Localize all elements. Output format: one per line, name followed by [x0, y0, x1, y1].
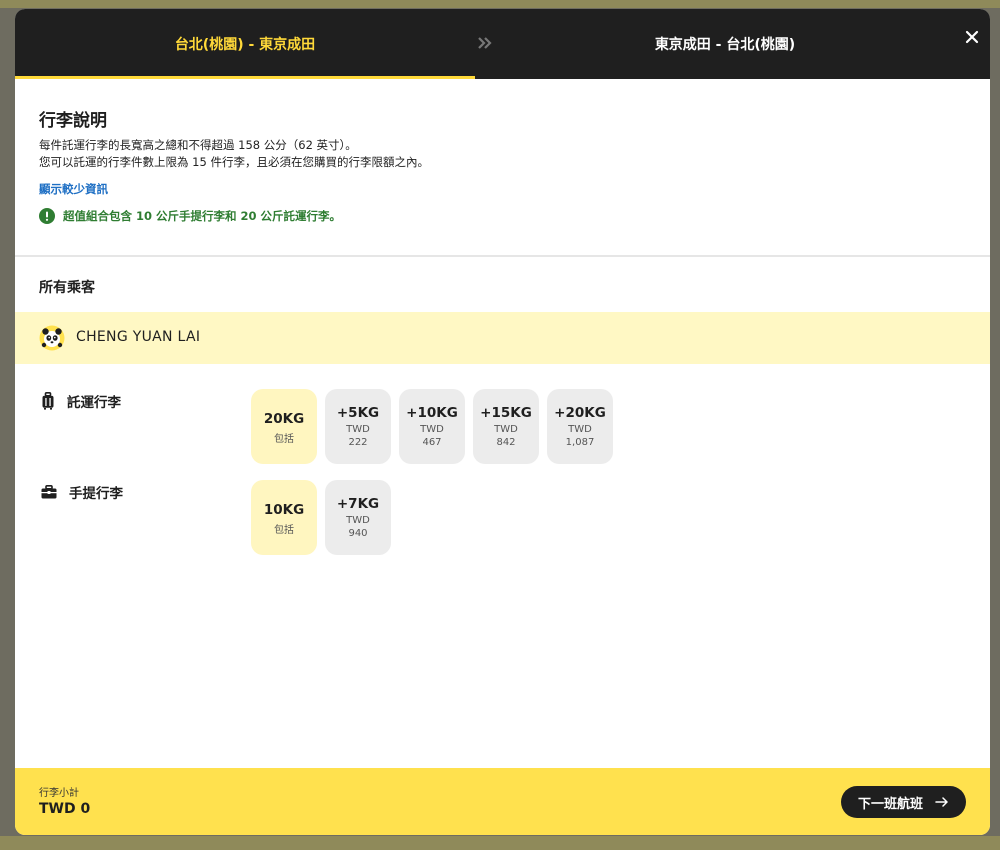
option-price: 467 — [422, 437, 442, 448]
checked-option-plus20kg[interactable]: +20KG TWD 1,087 — [547, 389, 613, 464]
checked-option-plus10kg[interactable]: +10KG TWD 467 — [399, 389, 465, 464]
checked-baggage-label: 託運行李 — [41, 391, 121, 411]
option-weight: 20KG — [263, 410, 305, 427]
next-flight-button[interactable]: 下一班航班 — [841, 786, 966, 818]
checked-baggage-text: 託運行李 — [67, 395, 121, 411]
arrow-right-icon — [935, 797, 948, 807]
tab-return-label: 東京成田 - 台北(桃園) — [654, 37, 796, 53]
option-included: 包括 — [274, 524, 294, 536]
option-weight: +20KG — [554, 405, 606, 421]
footer-bar: 行李小計 TWD 0 下一班航班 — [15, 768, 990, 835]
checked-option-plus15kg[interactable]: +15KG TWD 842 — [473, 389, 539, 464]
exclamation-circle-icon — [39, 208, 55, 224]
option-currency: TWD — [420, 424, 444, 435]
cabin-option-plus7kg[interactable]: +7KG TWD 940 — [325, 480, 391, 555]
flight-tabbar: 台北(桃園) - 東京成田 東京成田 - 台北(桃園) — [15, 9, 990, 79]
baggage-info-section: 行李說明 每件託運行李的長寬高之總和不得超過 158 公分（62 英寸）。 您可… — [15, 79, 990, 257]
baggage-info-title: 行李說明 — [39, 111, 107, 131]
option-currency: TWD — [494, 424, 518, 435]
option-weight: +15KG — [480, 405, 532, 421]
subtotal-label: 行李小計 — [39, 788, 79, 799]
checked-option-20kg[interactable]: 20KG 包括 — [251, 389, 317, 464]
option-weight: +5KG — [336, 405, 380, 421]
cabin-baggage-label: 手提行李 — [41, 482, 123, 502]
option-currency: TWD — [346, 515, 370, 526]
subtotal-value: TWD 0 — [39, 801, 91, 817]
show-less-link[interactable]: 顯示較少資訊 — [39, 181, 108, 197]
option-price: 940 — [348, 528, 368, 539]
backdrop-strip-top — [0, 0, 1000, 8]
option-price: 222 — [348, 437, 368, 448]
option-weight: 10KG — [263, 501, 305, 518]
option-currency: TWD — [568, 424, 592, 435]
baggage-rule-count: 您可以託運的行李件數上限為 15 件行李，且必須在您購買的行李限額之內。 — [39, 155, 429, 169]
tab-return-flight[interactable]: 東京成田 - 台北(桃園) — [515, 9, 935, 79]
backdrop-strip-bottom — [0, 836, 1000, 850]
close-icon — [965, 30, 979, 44]
option-weight: +7KG — [336, 496, 380, 512]
option-currency: TWD — [346, 424, 370, 435]
passenger-row: CHENG YUAN LAI — [15, 312, 990, 364]
baggage-rule-size: 每件託運行李的長寬高之總和不得超過 158 公分（62 英寸）。 — [39, 138, 357, 152]
option-included: 包括 — [274, 433, 294, 445]
checked-baggage-options: 20KG 包括 +5KG TWD 222 +10KG TWD 467 +15KG… — [251, 389, 613, 464]
option-price: 1,087 — [565, 437, 595, 448]
passenger-name: CHENG YUAN LAI — [76, 329, 201, 345]
checked-option-plus5kg[interactable]: +5KG TWD 222 — [325, 389, 391, 464]
tab-outbound-label: 台北(桃園) - 東京成田 — [174, 37, 316, 53]
tab-outbound-flight[interactable]: 台北(桃園) - 東京成田 — [15, 9, 475, 79]
bundle-note: 超值組合包含 10 公斤手提行李和 20 公斤託運行李。 — [39, 208, 341, 224]
baggage-modal: 台北(桃園) - 東京成田 東京成田 - 台北(桃園) 行李說明 每件託運行李的… — [15, 9, 990, 835]
option-weight: +10KG — [406, 405, 458, 421]
briefcase-icon — [41, 485, 57, 499]
next-flight-label: 下一班航班 — [857, 796, 923, 812]
option-price: 842 — [496, 437, 516, 448]
bundle-note-text: 超值組合包含 10 公斤手提行李和 20 公斤託運行李。 — [63, 209, 342, 223]
suitcase-icon — [42, 392, 54, 410]
close-button[interactable] — [960, 25, 984, 49]
all-passengers-title: 所有乘客 — [39, 280, 95, 296]
double-chevron-right-icon — [473, 31, 497, 55]
cabin-option-10kg[interactable]: 10KG 包括 — [251, 480, 317, 555]
cabin-baggage-options: 10KG 包括 +7KG TWD 940 — [251, 480, 391, 555]
cabin-baggage-text: 手提行李 — [69, 486, 123, 502]
avatar-icon — [39, 325, 65, 351]
